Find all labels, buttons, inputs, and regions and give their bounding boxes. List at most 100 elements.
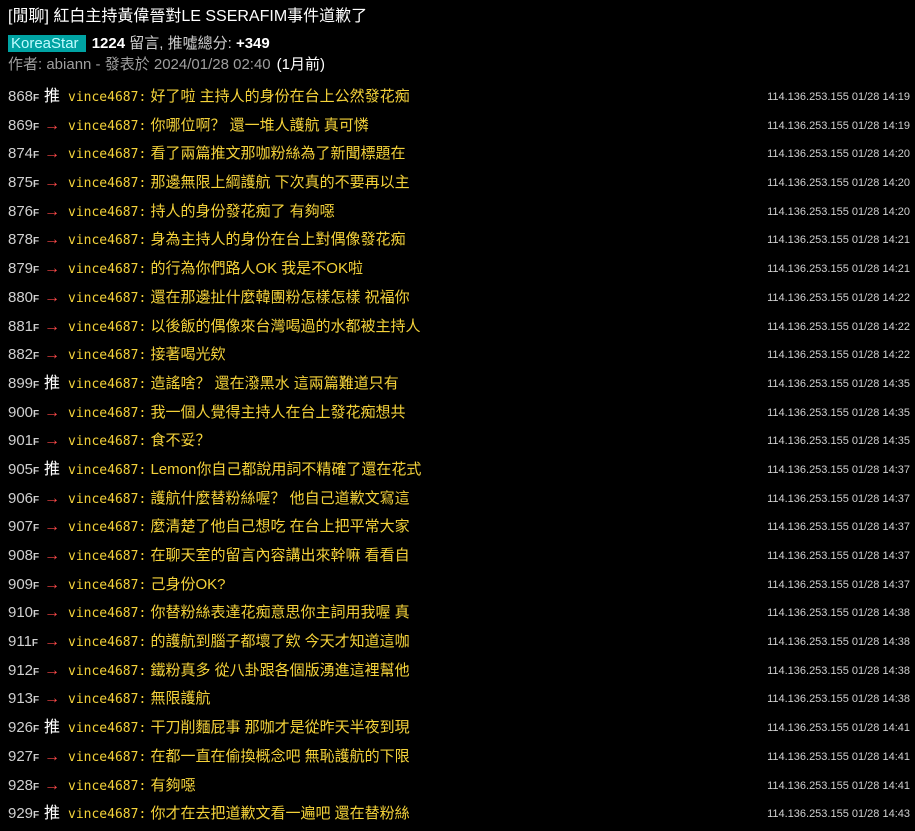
comment-user[interactable]: vince4687: [68, 262, 138, 277]
arrow-tag: →: [44, 403, 60, 421]
floor-number[interactable]: 913F: [8, 685, 44, 716]
floor-num: 901: [8, 432, 34, 450]
comment-user[interactable]: vince4687: [68, 807, 138, 822]
floor-suffix: F: [33, 609, 40, 621]
floor-number[interactable]: 909F: [8, 571, 44, 602]
comment-user[interactable]: vince4687: [68, 606, 138, 621]
floor-number[interactable]: 929F: [8, 800, 44, 831]
comment-text: 干刀削麵屁事 那咖才是從昨天半夜到現: [150, 719, 410, 737]
floor-number[interactable]: 912F: [8, 657, 44, 688]
floor-number[interactable]: 879F: [8, 255, 44, 286]
board-tag[interactable]: KoreaStar: [8, 35, 86, 52]
floor-number[interactable]: 882F: [8, 341, 44, 372]
post-age: (1月前): [276, 56, 325, 73]
comment-user[interactable]: vince4687: [68, 291, 138, 306]
comment-ip-date: 114.136.253.155 01/28 14:41: [767, 750, 910, 763]
comment-user[interactable]: vince4687: [68, 320, 138, 335]
floor-number[interactable]: 908F: [8, 542, 44, 573]
floor-number[interactable]: 906F: [8, 485, 44, 516]
author-info: 作者: abiann - 發表於 2024/01/28 02:40: [8, 56, 271, 73]
floor-number[interactable]: 875F: [8, 169, 44, 200]
comment-text: Lemon你自己都說用詞不精確了還在花式: [150, 460, 422, 478]
floor-number[interactable]: 905F: [8, 456, 44, 487]
comment-row: 908F → vince4687: 在聊天室的留言內容講出來幹嘛 看看自 114.13…: [0, 542, 915, 571]
floor-number[interactable]: 900F: [8, 399, 44, 430]
user-colon: :: [138, 434, 147, 450]
floor-suffix: F: [33, 437, 40, 449]
user-colon: :: [138, 147, 147, 163]
user-colon: :: [138, 118, 147, 134]
comment-text: 以後飯的偶像來台灣喝過的水都被主持人: [150, 317, 421, 335]
comment-ip-date: 114.136.253.155 01/28 14:37: [767, 521, 910, 534]
floor-num: 926: [8, 719, 34, 737]
floor-num: 881: [8, 317, 34, 335]
comment-text: 好了啦 主持人的身份在台上公然發花痴: [150, 88, 410, 105]
comment-user[interactable]: vince4687: [68, 578, 138, 593]
floor-suffix: F: [33, 93, 40, 104]
comment-text: 接著喝光欸: [150, 346, 226, 364]
floor-num: 869: [8, 116, 34, 134]
floor-number[interactable]: 911F: [8, 628, 44, 659]
floor-num: 875: [8, 174, 34, 192]
comment-user[interactable]: vince4687: [68, 549, 138, 564]
comment-row: 912F → vince4687: 鐵粉真多 從八卦跟各個版湧進這裡幫他 114.13…: [0, 657, 915, 686]
comment-user[interactable]: vince4687: [68, 664, 138, 679]
comment-user[interactable]: vince4687: [68, 692, 138, 707]
comment-user[interactable]: vince4687: [68, 119, 138, 134]
floor-number[interactable]: 876F: [8, 198, 44, 229]
floor-number[interactable]: 901F: [8, 427, 44, 458]
comment-row: 926F 推 vince4687: 干刀削麵屁事 那咖才是從昨天半夜到現 114.13…: [0, 714, 915, 743]
comment-ip-date: 114.136.253.155 01/28 14:37: [767, 578, 910, 591]
post-title: [閒聊] 紅白主持黃偉晉對LE SSERAFIM事件道歉了: [8, 8, 368, 25]
floor-number[interactable]: 926F: [8, 714, 44, 745]
floor-number[interactable]: 868F: [8, 83, 44, 114]
floor-number[interactable]: 878F: [8, 226, 44, 257]
floor-number[interactable]: 928F: [8, 772, 44, 803]
comment-user[interactable]: vince4687: [68, 721, 138, 736]
floor-suffix: F: [33, 724, 40, 736]
floor-number[interactable]: 880F: [8, 284, 44, 315]
floor-number[interactable]: 881F: [8, 313, 44, 344]
floor-suffix: F: [33, 465, 40, 477]
floor-number[interactable]: 910F: [8, 599, 44, 630]
comment-text: 你替粉絲表達花痴意思你主詞用我喔 真: [150, 604, 410, 622]
floor-number[interactable]: 874F: [8, 140, 44, 171]
comment-user[interactable]: vince4687: [68, 406, 138, 421]
arrow-tag: →: [44, 145, 60, 163]
floor-number[interactable]: 899F: [8, 370, 44, 401]
comment-user[interactable]: vince4687: [68, 750, 138, 765]
comment-row: 881F → vince4687: 以後飯的偶像來台灣喝過的水都被主持人 114.13…: [0, 313, 915, 342]
comment-user[interactable]: vince4687: [68, 90, 138, 105]
comment-user[interactable]: vince4687: [68, 635, 138, 650]
comment-user[interactable]: vince4687: [68, 147, 138, 162]
user-colon: :: [138, 635, 147, 651]
floor-number[interactable]: 927F: [8, 743, 44, 774]
comment-user[interactable]: vince4687: [68, 492, 138, 507]
comment-user[interactable]: vince4687: [68, 779, 138, 794]
comment-user[interactable]: vince4687: [68, 377, 138, 392]
arrow-tag: →: [44, 661, 60, 679]
floor-suffix: F: [33, 408, 40, 420]
comment-text: 鐵粉真多 從八卦跟各個版湧進這裡幫他: [150, 661, 410, 679]
push-tag: 推: [44, 374, 61, 392]
comment-ip-date: 114.136.253.155 01/28 14:41: [767, 722, 910, 735]
floor-suffix: F: [33, 379, 40, 391]
floor-number[interactable]: 907F: [8, 513, 44, 544]
user-colon: :: [138, 807, 147, 823]
floor-num: 912: [8, 661, 34, 679]
comment-user[interactable]: vince4687: [68, 434, 138, 449]
comment-text: 在聊天室的留言內容講出來幹嘛 看看自: [150, 547, 410, 564]
comment-user[interactable]: vince4687: [68, 520, 138, 535]
comment-ip-date: 114.136.253.155 01/28 14:43: [767, 808, 910, 821]
floor-num: 882: [8, 346, 34, 364]
arrow-tag: →: [44, 575, 60, 593]
floor-number[interactable]: 869F: [8, 112, 44, 143]
comment-user[interactable]: vince4687: [68, 348, 138, 363]
comment-user[interactable]: vince4687: [68, 233, 138, 248]
push-tag: 推: [44, 719, 61, 737]
arrow-tag: →: [44, 489, 60, 507]
comment-user[interactable]: vince4687: [68, 463, 138, 478]
floor-suffix: F: [33, 236, 40, 248]
comment-user[interactable]: vince4687: [68, 205, 138, 220]
comment-user[interactable]: vince4687: [68, 176, 138, 191]
